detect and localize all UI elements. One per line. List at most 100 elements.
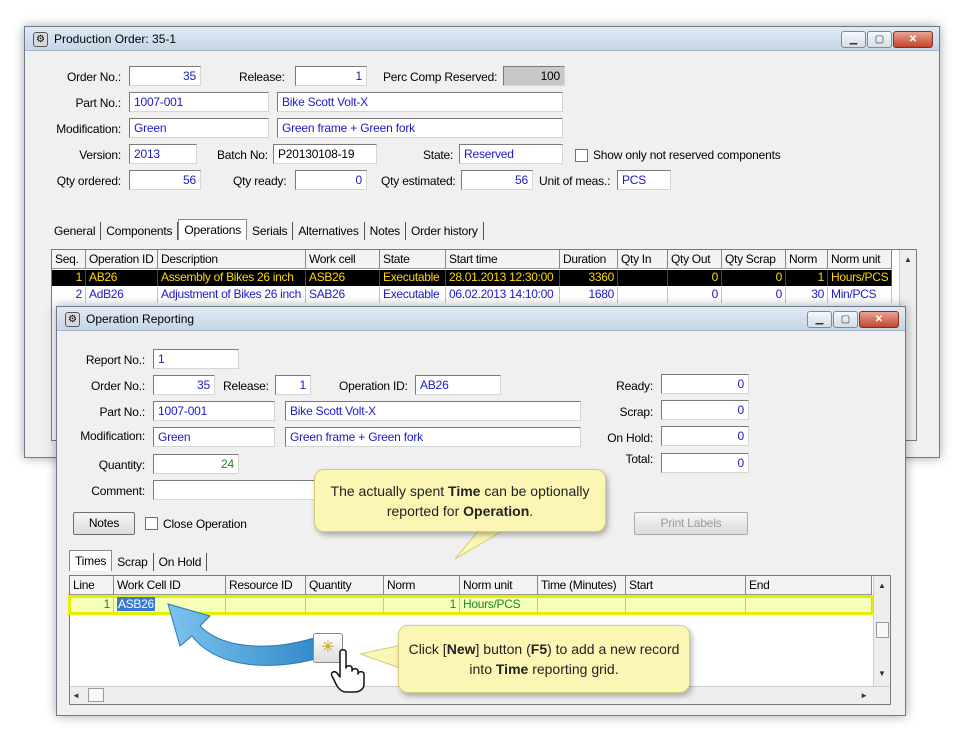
- scroll-up-icon[interactable]: ▲: [900, 252, 916, 268]
- col-resource-id[interactable]: Resource ID: [226, 576, 306, 595]
- col-description[interactable]: Description: [158, 250, 306, 269]
- notes-button[interactable]: Notes: [73, 512, 135, 535]
- maximize-button[interactable]: ▢: [833, 311, 858, 328]
- window-title: Production Order: 35-1: [54, 32, 177, 46]
- cell-operation-id: AdB26: [86, 287, 158, 303]
- scrap-field[interactable]: 0: [661, 400, 749, 420]
- tab-on-hold[interactable]: On Hold: [154, 553, 208, 571]
- cell-qty-out: 0: [668, 287, 722, 303]
- print-labels-button[interactable]: Print Labels: [634, 512, 748, 535]
- col-start[interactable]: Start: [626, 576, 746, 595]
- state-field[interactable]: Reserved: [459, 144, 563, 164]
- comment-field[interactable]: [153, 480, 323, 500]
- part-no-field[interactable]: 1007-001: [153, 401, 275, 421]
- cell-norm-unit: Min/PCS: [828, 287, 892, 303]
- tab-serials[interactable]: Serials: [247, 222, 294, 240]
- ready-label: Ready:: [616, 379, 653, 393]
- release-field[interactable]: 1: [275, 375, 311, 395]
- order-no-field[interactable]: 35: [129, 66, 201, 86]
- col-qty-out[interactable]: Qty Out: [668, 250, 722, 269]
- part-no-field[interactable]: 1007-001: [129, 92, 269, 112]
- col-quantity[interactable]: Quantity: [306, 576, 384, 595]
- show-not-reserved-checkbox[interactable]: [575, 149, 588, 162]
- table-row[interactable]: 2 AdB26 Adjustment of Bikes 26 inch SAB2…: [52, 287, 892, 303]
- onhold-field[interactable]: 0: [661, 426, 749, 446]
- times-grid-header: Line Work Cell ID Resource ID Quantity N…: [70, 576, 872, 595]
- release-field[interactable]: 1: [295, 66, 367, 86]
- col-norm-unit[interactable]: Norm unit: [828, 250, 892, 269]
- close-operation-checkbox[interactable]: [145, 517, 158, 530]
- qty-ordered-field[interactable]: 56: [129, 170, 201, 190]
- scrap-label: Scrap:: [619, 405, 654, 419]
- modification-desc-field[interactable]: Green frame + Green fork: [277, 118, 563, 138]
- col-time-minutes[interactable]: Time (Minutes): [538, 576, 626, 595]
- operation-id-field[interactable]: AB26: [415, 375, 501, 395]
- cell-qty-out: 0: [668, 270, 722, 286]
- scroll-thumb[interactable]: [876, 622, 889, 638]
- cell-description: Assembly of Bikes 26 inch: [158, 270, 306, 286]
- order-no-field[interactable]: 35: [153, 375, 215, 395]
- title-bar: ⚙ Operation Reporting ▁ ▢ ✕: [57, 307, 905, 331]
- modification-desc-field[interactable]: Green frame + Green fork: [285, 427, 581, 447]
- tab-scrap[interactable]: Scrap: [112, 553, 154, 571]
- col-line[interactable]: Line: [70, 576, 114, 595]
- col-start-time[interactable]: Start time: [446, 250, 560, 269]
- tab-operations[interactable]: Operations: [178, 219, 248, 240]
- part-desc-field[interactable]: Bike Scott Volt-X: [277, 92, 563, 112]
- cell-duration: 1680: [560, 287, 618, 303]
- cell-start-time: 28.01.2013 12:30:00: [446, 270, 560, 286]
- col-duration[interactable]: Duration: [560, 250, 618, 269]
- part-no-label: Part No.:: [75, 96, 121, 110]
- col-norm-unit[interactable]: Norm unit: [460, 576, 538, 595]
- maximize-button[interactable]: ▢: [867, 31, 892, 48]
- minimize-button[interactable]: ▁: [807, 311, 832, 328]
- cell-work-cell: ASB26: [306, 270, 380, 286]
- qty-ready-field[interactable]: 0: [295, 170, 367, 190]
- col-qty-scrap[interactable]: Qty Scrap: [722, 250, 786, 269]
- col-end[interactable]: End: [746, 576, 872, 595]
- quantity-field[interactable]: 24: [153, 454, 239, 474]
- close-button[interactable]: ✕: [893, 31, 933, 48]
- tab-order-history[interactable]: Order history: [406, 222, 484, 240]
- col-norm[interactable]: Norm: [384, 576, 460, 595]
- col-work-cell[interactable]: Work cell: [306, 250, 380, 269]
- modification-field[interactable]: Green: [153, 427, 275, 447]
- minimize-button[interactable]: ▁: [841, 31, 866, 48]
- report-no-field[interactable]: 1: [153, 349, 239, 369]
- hscroll-thumb[interactable]: [88, 688, 104, 702]
- callout2-text-b: ] button (: [475, 641, 531, 657]
- cell-qty-in: [618, 287, 668, 303]
- state-label: State:: [423, 148, 454, 162]
- tab-notes[interactable]: Notes: [365, 222, 406, 240]
- qty-estimated-field[interactable]: 56: [461, 170, 533, 190]
- ready-field[interactable]: 0: [661, 374, 749, 394]
- uom-field[interactable]: PCS: [617, 170, 671, 190]
- col-work-cell-id[interactable]: Work Cell ID: [114, 576, 226, 595]
- table-row[interactable]: 1 AB26 Assembly of Bikes 26 inch ASB26 E…: [52, 270, 892, 286]
- tab-alternatives[interactable]: Alternatives: [293, 222, 365, 240]
- scroll-right-icon[interactable]: ►: [860, 688, 868, 703]
- col-operation-id[interactable]: Operation ID: [86, 250, 158, 269]
- version-field[interactable]: 2013: [129, 144, 197, 164]
- tab-times[interactable]: Times: [69, 550, 113, 571]
- close-button[interactable]: ✕: [859, 311, 899, 328]
- scroll-down-icon[interactable]: ▼: [874, 666, 890, 682]
- scroll-left-icon[interactable]: ◄: [72, 688, 80, 703]
- tab-general[interactable]: General: [49, 222, 102, 240]
- batch-field[interactable]: P20130108-19: [273, 144, 377, 164]
- tab-components[interactable]: Components: [101, 222, 179, 240]
- col-seq[interactable]: Seq.: [52, 250, 86, 269]
- uom-label: Unit of meas.:: [539, 174, 611, 188]
- cell-norm-unit: Hours/PCS: [460, 597, 538, 613]
- col-state[interactable]: State: [380, 250, 446, 269]
- times-grid-vscrollbar[interactable]: ▲ ▼: [873, 576, 890, 686]
- scroll-up-icon[interactable]: ▲: [874, 578, 890, 594]
- callout1-bold-time: Time: [448, 483, 481, 499]
- modification-field[interactable]: Green: [129, 118, 269, 138]
- callout2-bold-new: New: [446, 641, 476, 657]
- callout1-text-a: The actually spent: [330, 483, 449, 499]
- col-qty-in[interactable]: Qty In: [618, 250, 668, 269]
- col-norm[interactable]: Norm: [786, 250, 828, 269]
- blue-arrow-icon: [167, 603, 327, 666]
- part-desc-field[interactable]: Bike Scott Volt-X: [285, 401, 581, 421]
